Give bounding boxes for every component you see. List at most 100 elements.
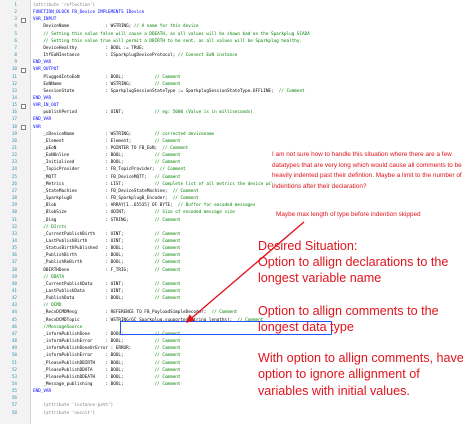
- line-number: 46: [11, 324, 17, 330]
- annotation-note-max-length: Maybe max length of type before indentio…: [276, 210, 472, 221]
- line-number: 30: [11, 210, 17, 216]
- code-token: _Metrics : LIST;: [33, 181, 155, 187]
- code-text: _MQTT : FB_DeviceMQTT; // Comment: [33, 175, 180, 180]
- line-number: 44: [11, 310, 17, 316]
- code-line[interactable]: 13 SessionState : SparkplugSessionStateT…: [0, 89, 474, 94]
- code-line[interactable]: 9 END_VAR: [0, 60, 474, 65]
- fold-toggle-icon[interactable]: [21, 67, 26, 73]
- code-line[interactable]: 41 _LastPublishData : UINT; // Comment: [0, 289, 474, 294]
- code-line[interactable]: 11 PluggedIntoEoN : BOOL; // Comment: [0, 75, 474, 80]
- line-number: 27: [11, 188, 17, 194]
- code-line[interactable]: 12 EoNName : WSTRING; // Comment: [0, 82, 474, 87]
- code-text: EoNName : WSTRING; // Comment: [33, 82, 180, 87]
- code-text: // Setting this value true will permit a…: [33, 39, 302, 44]
- code-text: FUNCTION_BLOCK FB_Device IMPLEMENTS IDev…: [33, 10, 144, 15]
- code-token: _Message_publishing : BOOL;: [33, 381, 155, 387]
- code-line[interactable]: 19 _cDeviceName : WSTRING; // corrected …: [0, 132, 474, 137]
- code-comment: // Buffer for encoded messages: [177, 203, 256, 209]
- annotation-note-long-datatypes: I am not sure how to handle this situati…: [272, 150, 468, 193]
- code-text: _informPublishError : BOOL; // Comment: [33, 353, 180, 358]
- line-number: 56: [11, 396, 17, 402]
- code-token: _LastPublishBirth : UINT;: [33, 238, 155, 244]
- fold-toggle-icon[interactable]: [21, 17, 26, 23]
- code-line[interactable]: 16 publishPeriod : UINT; // eg: 5000 (Va…: [0, 110, 474, 115]
- code-comment: // Comment: [154, 346, 181, 352]
- code-line[interactable]: 20 _Element : Element; // Comment: [0, 139, 474, 144]
- line-number: 31: [11, 217, 17, 223]
- line-number: 8: [14, 53, 17, 59]
- line-number: 53: [11, 374, 17, 380]
- code-text: _PublishReBirth : BOOL; // Comment: [33, 260, 180, 265]
- code-text: SessionState : SparkplugSessionStateType…: [33, 88, 304, 94]
- line-number: 28: [11, 196, 17, 202]
- code-line[interactable]: 42 _PublishData : BOOL; // Comment: [0, 296, 474, 301]
- code-comment: // DDATA: [33, 274, 65, 280]
- code-line[interactable]: 15 VAR_IN_OUT: [0, 103, 474, 109]
- fold-toggle-icon[interactable]: [21, 125, 26, 131]
- code-text: {attribute 'instance-path'}: [33, 403, 113, 408]
- code-line[interactable]: 48 _informPublishError : BOOL; // Commen…: [0, 339, 474, 344]
- code-comment: // Comment: [154, 260, 181, 266]
- code-line[interactable]: 8 ItfEoNInstance : ISparkplugDeviceProto…: [0, 53, 474, 58]
- code-comment: // Comment: [154, 238, 181, 244]
- code-comment: // Connect EoN instance: [177, 53, 238, 59]
- code-token: _Diag : STRING;: [33, 217, 155, 223]
- code-comment: // Comment: [154, 296, 181, 302]
- line-number: 18: [11, 124, 17, 130]
- code-text: // DCMD: [33, 303, 61, 308]
- code-token: SessionState : SparkplugSessionStateType…: [33, 88, 279, 94]
- code-line[interactable]: 58 {attribute 'noinit'}: [0, 411, 474, 416]
- code-line[interactable]: 14 END_VAR: [0, 96, 474, 101]
- code-comment: // Setting this value false will cause a…: [33, 31, 310, 37]
- code-token: _CurrentPublishBirth : UINT;: [33, 231, 155, 237]
- code-comment: // Comment: [154, 74, 181, 80]
- code-token: DeviceHealthy : BOOL := TRUE;: [33, 45, 145, 51]
- line-number: 23: [11, 160, 17, 166]
- code-text: _informPublishError : BOOL; // Comment: [33, 339, 180, 344]
- line-number: 14: [11, 95, 17, 101]
- code-keyword: END_VAR: [33, 117, 52, 123]
- code-text: _SparkplugB : FB_SparkplugB_Encoder; // …: [33, 196, 198, 201]
- code-line[interactable]: 18 VAR: [0, 124, 474, 131]
- code-line[interactable]: 2 FUNCTION_BLOCK FB_Device IMPLEMENTS IDe…: [0, 10, 474, 15]
- code-comment: //MessageSource: [33, 324, 83, 330]
- code-line[interactable]: 10 VAR_OUTPUT: [0, 67, 474, 73]
- code-line[interactable]: 6 // Setting this value true will permit…: [0, 39, 474, 44]
- code-line[interactable]: 17 END_VAR: [0, 117, 474, 122]
- line-number: 7: [14, 45, 17, 51]
- line-number: 39: [11, 274, 17, 280]
- code-comment: // Comment: [211, 310, 238, 316]
- code-text: _CurrentPublishBirth : UINT; // Comment: [33, 232, 180, 237]
- code-token: _PublishBirth : BOOL;: [33, 253, 155, 259]
- code-comment: // Comment: [154, 367, 181, 373]
- code-line[interactable]: 3 VAR_INPUT: [0, 17, 474, 23]
- code-keyword: FUNCTION_BLOCK FB_Device IMPLEMENTS IDev…: [33, 10, 145, 16]
- fold-toggle-icon[interactable]: [21, 103, 26, 109]
- code-token: _PleasePublishDBIRTH : BOOL;: [33, 360, 155, 366]
- code-token: _LastPublishData : UINT;: [33, 289, 155, 294]
- line-number: 48: [11, 339, 17, 345]
- code-comment: // Comment: [154, 267, 181, 273]
- code-token: _informPublishError : BOOL;: [33, 339, 155, 345]
- code-comment: // Comment: [162, 146, 189, 151]
- code-comment: // Comment: [154, 381, 181, 387]
- code-line[interactable]: 1 {attribute 'reflection'}: [0, 3, 474, 8]
- code-line[interactable]: 5 // Setting this value false will cause…: [0, 32, 474, 37]
- code-text: _CurrentPublishData : UINT; // Comment: [33, 282, 180, 287]
- code-line[interactable]: 57 {attribute 'instance-path'}: [0, 403, 474, 408]
- line-number: 26: [11, 181, 17, 187]
- code-line[interactable]: 28 _SparkplugB : FB_SparkplugB_Encoder; …: [0, 196, 474, 201]
- code-text: {attribute 'reflection'}: [33, 3, 95, 8]
- line-number: 10: [11, 67, 17, 73]
- code-token: _Blob : ARRAY[1..65535] OF BYTE;: [33, 203, 178, 209]
- code-text: END_VAR: [33, 389, 51, 394]
- code-text: _pEoN : POINTER TO FB_EoN; // Comment: [33, 146, 188, 151]
- code-line[interactable]: 7 DeviceHealthy : BOOL := TRUE;: [0, 46, 474, 51]
- code-line[interactable]: 29 _Blob : ARRAY[1..65535] OF BYTE; // B…: [0, 203, 474, 208]
- code-line[interactable]: 32 // DIrcts: [0, 225, 474, 230]
- code-comment: // Comment: [154, 289, 181, 294]
- code-line[interactable]: 33 _CurrentPublishBirth : UINT; // Comme…: [0, 232, 474, 237]
- code-token: _PublishReBirth : BOOL;: [33, 260, 155, 266]
- code-line[interactable]: 4 DeviceName : WSTRING; // A name for th…: [0, 24, 474, 29]
- code-text: DeviceName : WSTRING; // A name for this…: [33, 24, 198, 29]
